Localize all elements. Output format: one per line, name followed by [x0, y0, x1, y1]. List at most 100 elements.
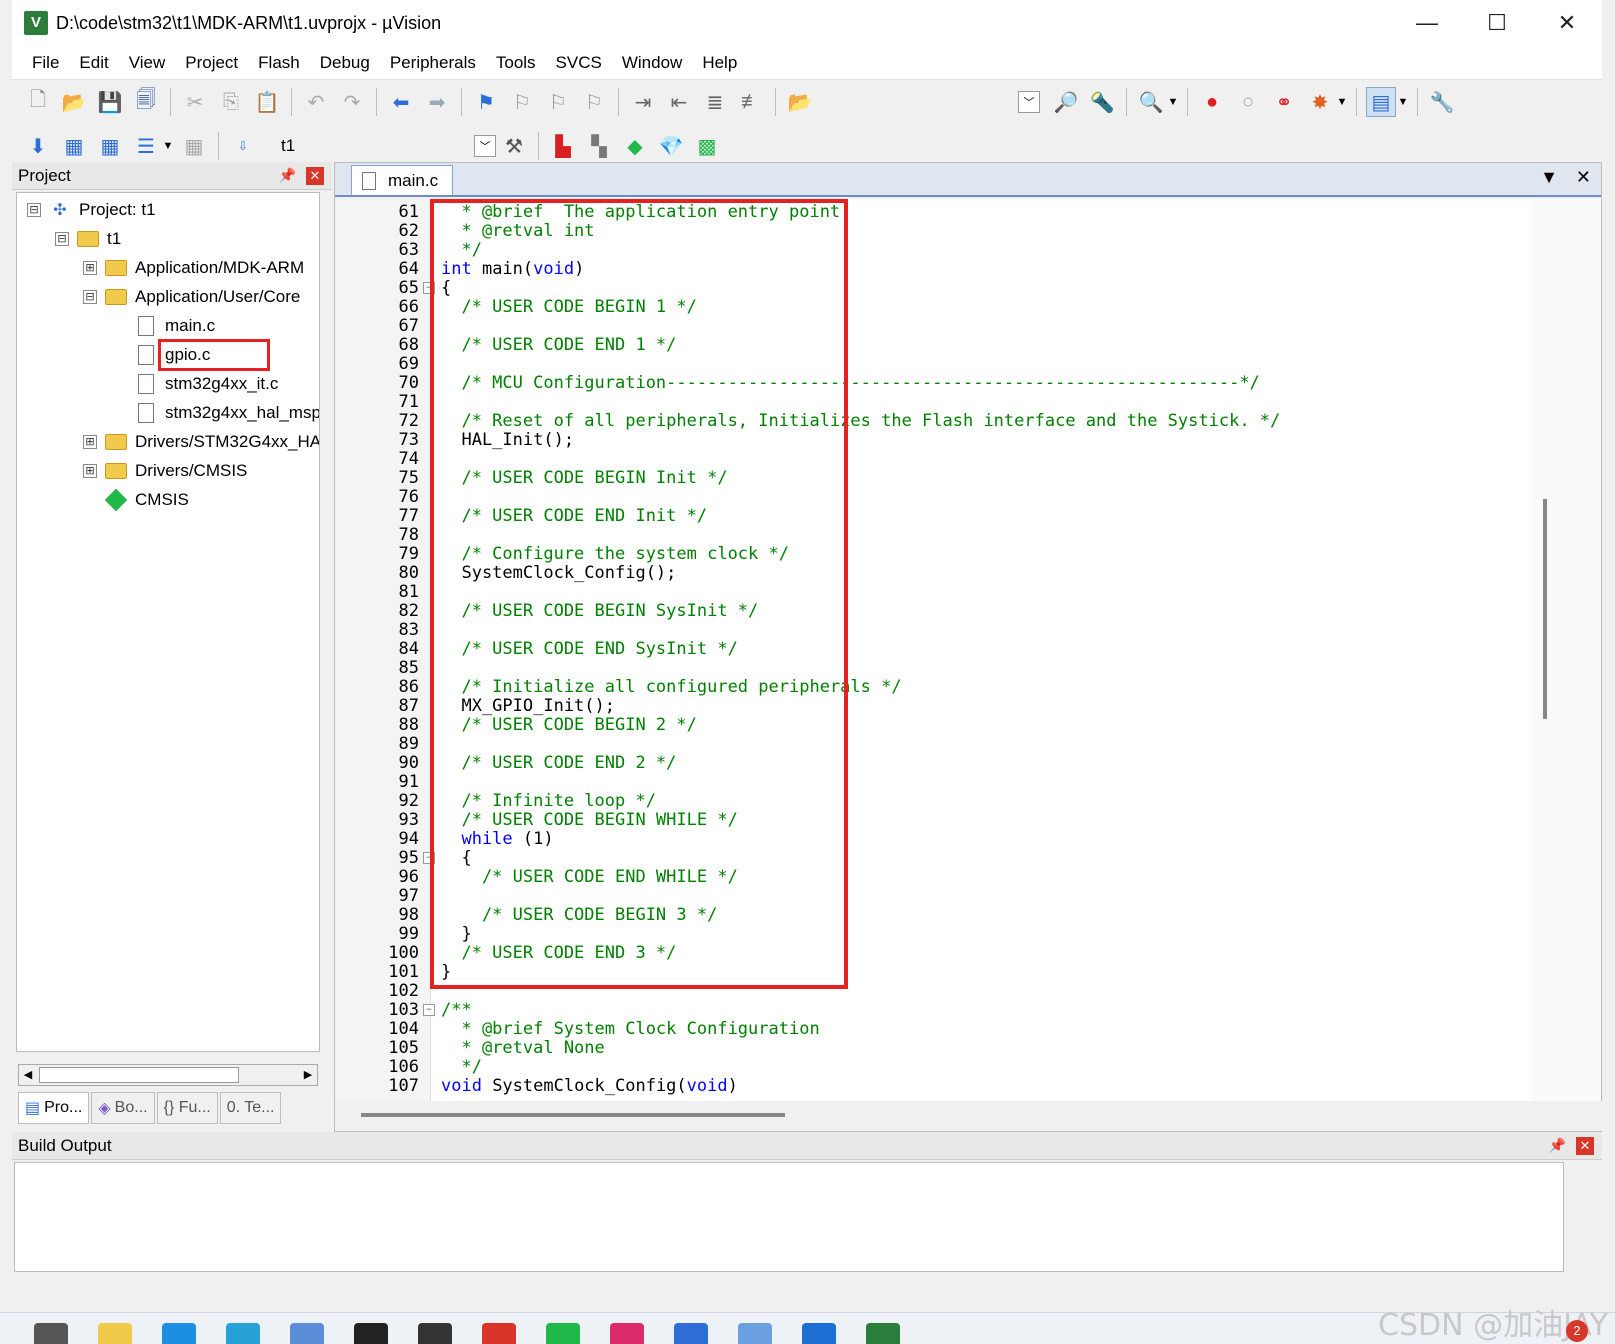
breakpoint-dropdown-arrow[interactable]: ▼: [1334, 96, 1350, 108]
code-line[interactable]: 106 */: [335, 1058, 1531, 1077]
file-explorer-icon[interactable]: [98, 1323, 132, 1344]
tab-main-c[interactable]: main.c: [351, 165, 454, 195]
code-line[interactable]: 105 * @retval None: [335, 1039, 1531, 1058]
kill-breakpoints-icon[interactable]: ✸: [1305, 87, 1335, 117]
prev-bookmark-icon[interactable]: ⚐: [507, 87, 537, 117]
close-icon[interactable]: ✕: [1576, 1136, 1594, 1155]
tree-node-target[interactable]: ⊟ t1: [55, 225, 121, 253]
batch-build-dropdown-arrow[interactable]: ▼: [160, 140, 176, 152]
close-button[interactable]: ✕: [1532, 0, 1602, 46]
project-horizontal-scrollbar[interactable]: ◀ ▶: [18, 1064, 318, 1086]
find-icon[interactable]: 🔎: [1051, 87, 1081, 117]
uncomment-icon[interactable]: ≢: [736, 87, 766, 117]
uvision-taskbar-icon[interactable]: [866, 1323, 900, 1344]
indent-icon[interactable]: ⇥: [628, 87, 658, 117]
tree-node-file-hal-msp[interactable]: stm32g4xx_hal_msp: [135, 399, 319, 427]
tree-node-file-main-c[interactable]: main.c: [135, 312, 215, 340]
window-layout-dropdown-arrow[interactable]: ▼: [1395, 96, 1411, 108]
taskbar-app-icon[interactable]: [674, 1323, 708, 1344]
stm32cubemx-icon[interactable]: [738, 1323, 772, 1344]
rebuild-icon[interactable]: ▦: [95, 131, 125, 161]
copy-icon[interactable]: ⎘: [216, 87, 246, 117]
translate-icon[interactable]: ⬇: [23, 131, 53, 161]
taskbar-app-icon[interactable]: [802, 1323, 836, 1344]
tree-node-group-user-core[interactable]: ⊟ Application/User/Core: [83, 283, 300, 311]
code-line[interactable]: 104 * @brief System Clock Configuration: [335, 1020, 1531, 1039]
scrollbar-thumb[interactable]: [1543, 499, 1547, 719]
tab-templates[interactable]: 0. Te...: [219, 1092, 282, 1124]
target-select[interactable]: t1 ﹀: [281, 132, 496, 160]
disable-breakpoints-icon[interactable]: ⚭: [1269, 87, 1299, 117]
taskbar-app-icon[interactable]: [418, 1323, 452, 1344]
edge-browser-icon[interactable]: [162, 1323, 196, 1344]
maximize-button[interactable]: ☐: [1462, 0, 1532, 46]
undo-icon[interactable]: ↶: [301, 87, 331, 117]
scroll-right-icon[interactable]: ▶: [299, 1065, 317, 1085]
collapse-icon[interactable]: ⊟: [27, 203, 41, 217]
menu-window[interactable]: Window: [612, 53, 692, 73]
pin-icon[interactable]: 📌: [279, 167, 296, 184]
tree-node-cmsis-component[interactable]: CMSIS: [104, 486, 189, 514]
next-bookmark-icon[interactable]: ⚐: [543, 87, 573, 117]
fold-toggle-icon[interactable]: −: [423, 1004, 435, 1016]
configure-wrench-icon[interactable]: 🔧: [1427, 87, 1457, 117]
scrollbar-thumb[interactable]: [361, 1113, 785, 1117]
taskbar-app-icon[interactable]: [290, 1323, 324, 1344]
insert-breakpoint-icon[interactable]: ●: [1197, 87, 1227, 117]
menu-edit[interactable]: Edit: [69, 53, 118, 73]
expand-icon[interactable]: ⊞: [83, 435, 97, 449]
find-combo-dropdown[interactable]: ﹀: [1018, 91, 1040, 113]
pin-icon[interactable]: 📌: [1549, 1137, 1566, 1154]
tab-list-dropdown-icon[interactable]: ▼: [1540, 167, 1558, 188]
open-folder-icon[interactable]: 📂: [59, 87, 89, 117]
menu-tools[interactable]: Tools: [486, 53, 546, 73]
expand-icon[interactable]: ⊞: [83, 464, 97, 478]
chrome-icon[interactable]: [482, 1323, 516, 1344]
save-all-icon[interactable]: 🗐: [131, 87, 161, 117]
save-icon[interactable]: 💾: [95, 87, 125, 117]
select-software-packs-icon[interactable]: 💎: [656, 131, 686, 161]
manage-multi-project-icon[interactable]: ▚: [584, 131, 614, 161]
comment-icon[interactable]: ≣: [700, 87, 730, 117]
pack-installer-icon[interactable]: ▩: [692, 131, 722, 161]
editor-horizontal-scrollbar[interactable]: [335, 1101, 1603, 1131]
paste-icon[interactable]: 📋: [252, 87, 282, 117]
scroll-left-icon[interactable]: ◀: [19, 1065, 37, 1085]
close-editor-icon[interactable]: ✕: [1576, 167, 1591, 188]
tab-functions[interactable]: {} Fu...: [156, 1092, 218, 1124]
tab-books[interactable]: ◈ Bo...: [91, 1092, 155, 1124]
window-layout-icon[interactable]: ▤: [1366, 87, 1396, 117]
find-in-files-icon[interactable]: 📂: [785, 87, 815, 117]
editor-vertical-scrollbar[interactable]: [1531, 199, 1601, 1101]
tree-node-project[interactable]: ⊟ ✣ Project: t1: [27, 196, 156, 224]
cut-icon[interactable]: ✂: [180, 87, 210, 117]
debug-dropdown-arrow[interactable]: ▼: [1165, 96, 1181, 108]
tree-node-group-mdk-arm[interactable]: ⊞ Application/MDK-ARM: [83, 254, 304, 282]
batch-build-icon[interactable]: ☰: [131, 131, 161, 161]
tree-node-group-drivers-hal[interactable]: ⊞ Drivers/STM32G4xx_HA: [83, 428, 319, 456]
collapse-icon[interactable]: ⊟: [55, 232, 69, 246]
chevron-down-icon[interactable]: ﹀: [474, 135, 496, 157]
edge-dev-icon[interactable]: [226, 1323, 260, 1344]
menu-help[interactable]: Help: [692, 53, 747, 73]
new-file-icon[interactable]: 🗋: [23, 87, 53, 117]
insert-bookmark-icon[interactable]: ⚑: [471, 87, 501, 117]
menu-svcs[interactable]: SVCS: [546, 53, 612, 73]
code-line[interactable]: 107 void SystemClock_Config(void): [335, 1077, 1531, 1096]
menu-peripherals[interactable]: Peripherals: [380, 53, 486, 73]
wechat-icon[interactable]: [546, 1323, 580, 1344]
tree-node-group-drivers-cmsis[interactable]: ⊞ Drivers/CMSIS: [83, 457, 247, 485]
debug-session-icon[interactable]: 🔍: [1136, 87, 1166, 117]
minimize-button[interactable]: —: [1392, 0, 1462, 46]
build-icon[interactable]: ▦: [59, 131, 89, 161]
menu-flash[interactable]: Flash: [248, 53, 310, 73]
stop-build-icon[interactable]: ▦: [179, 131, 209, 161]
scrollbar-thumb[interactable]: [39, 1067, 239, 1083]
expand-icon[interactable]: ⊞: [83, 261, 97, 275]
menu-project[interactable]: Project: [175, 53, 248, 73]
menu-debug[interactable]: Debug: [310, 53, 380, 73]
incremental-find-icon[interactable]: 🔦: [1087, 87, 1117, 117]
taskbar-app-icon[interactable]: [34, 1323, 68, 1344]
collapse-icon[interactable]: ⊟: [83, 290, 97, 304]
download-load-icon[interactable]: ⇩: [228, 131, 258, 161]
